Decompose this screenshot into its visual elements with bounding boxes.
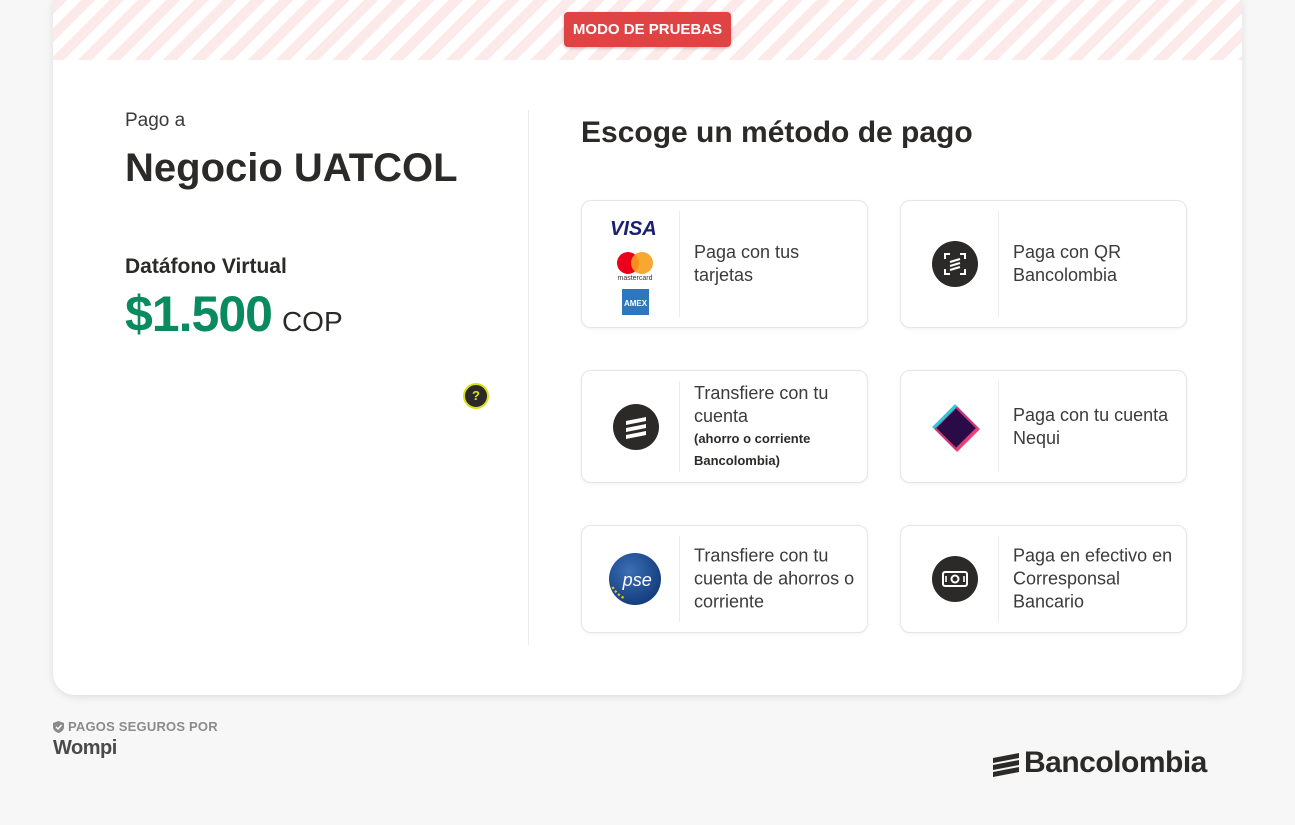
method-nequi[interactable]: Paga con tu cuenta Nequi — [900, 370, 1187, 483]
method-cash-label: Paga en efectivo en Corresponsal Bancari… — [1013, 545, 1173, 612]
bancolombia-icon — [613, 403, 659, 450]
card-brands-icon: VISA mastercard AMEX — [610, 218, 657, 315]
amex-logo-text: AMEX — [624, 299, 648, 308]
method-pse-label: Transfiere con tu cuenta de ahorros o co… — [694, 545, 855, 612]
secure-payments-text: PAGOS SEGUROS POR — [68, 719, 218, 734]
method-bancolombia-title: Transfiere con tu cuenta — [694, 382, 829, 426]
method-bancolombia-label: Transfiere con tu cuenta (ahorro o corri… — [694, 382, 855, 472]
nequi-icon — [932, 403, 980, 452]
cash-icon — [932, 556, 978, 602]
qr-icon — [932, 241, 978, 287]
shield-icon — [53, 721, 64, 733]
pay-to-label: Pago a — [125, 110, 186, 131]
method-pse[interactable]: pse Transfiere con tu cuenta de ahorros … — [581, 525, 868, 633]
method-bancolombia-sub: (ahorro o corriente Bancolombia) — [694, 430, 811, 468]
column-divider — [528, 110, 529, 645]
methods-title: Escoge un método de pago — [581, 116, 973, 149]
help-icon[interactable]: ? — [463, 383, 489, 409]
method-cash[interactable]: Paga en efectivo en Corresponsal Bancari… — [900, 525, 1187, 633]
amount-row: $1.500 COP — [125, 285, 343, 343]
amount-value: $1.500 — [125, 286, 273, 342]
pse-icon: pse — [609, 553, 661, 605]
method-nequi-label: Paga con tu cuenta Nequi — [1013, 404, 1169, 448]
test-mode-badge: MODO DE PRUEBAS — [564, 12, 731, 47]
merchant-name: Negocio UATCOL — [125, 146, 458, 190]
method-cards[interactable]: VISA mastercard AMEX Paga con tus tarjet… — [581, 200, 868, 328]
pse-logo-text: pse — [622, 570, 652, 590]
method-qr-bancolombia[interactable]: Paga con QR Bancolombia — [900, 200, 1187, 328]
method-qr-label: Paga con QR Bancolombia — [1013, 242, 1122, 285]
wompi-logo: Wompi — [53, 737, 117, 759]
mastercard-logo-text: mastercard — [617, 275, 652, 282]
bancolombia-logo-text: Bancolombia — [1024, 746, 1207, 779]
method-cards-label: Paga con tus tarjetas — [694, 242, 800, 285]
bancolombia-logo: Bancolombia — [992, 746, 1207, 780]
terminal-label: Datáfono Virtual — [125, 255, 287, 278]
currency-label: COP — [281, 306, 343, 337]
secure-payments-label: PAGOS SEGUROS POR — [53, 719, 218, 734]
bancolombia-logo-icon — [993, 753, 1019, 777]
checkout-card: MODO DE PRUEBAS Pago a Negocio UATCOL Da… — [53, 0, 1242, 695]
visa-logo-text: VISA — [610, 218, 657, 240]
method-bancolombia-transfer[interactable]: Transfiere con tu cuenta (ahorro o corri… — [581, 370, 868, 483]
